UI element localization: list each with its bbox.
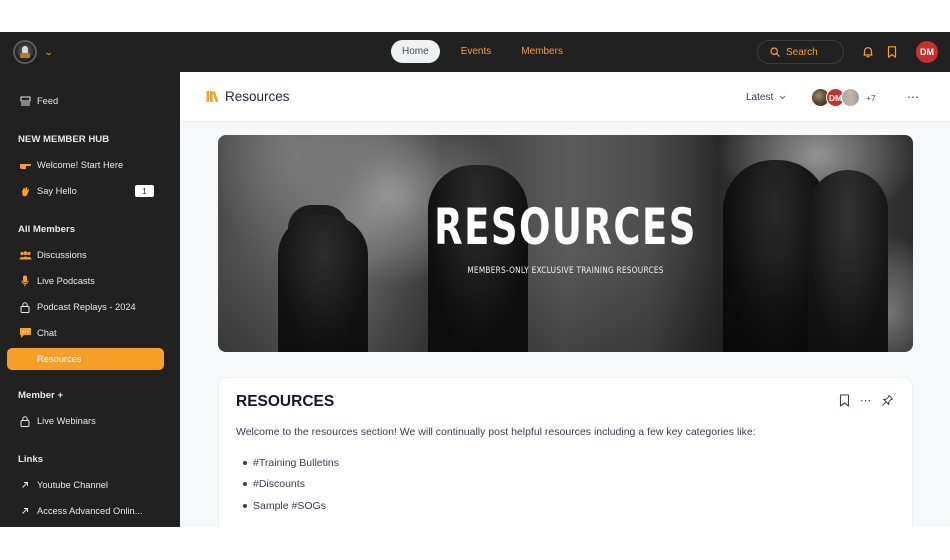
sidebar-item-label: Say Hello [37, 186, 77, 196]
sidebar-item-label: Live Podcasts [37, 276, 95, 286]
space-banner-image: RESOURCES MEMBERS-ONLY EXCLUSIVE TRAININ… [218, 135, 913, 352]
section-heading-links: Links [18, 454, 44, 465]
user-avatar[interactable]: DM [916, 41, 938, 63]
member-avatar [841, 88, 860, 107]
sidebar-item-label: Chat [37, 328, 57, 338]
post-body: Welcome to the resources section! We wil… [236, 426, 756, 438]
sort-label: Latest [746, 92, 774, 103]
main-nav: Home Events Members [391, 40, 582, 63]
lock-icon [18, 414, 32, 428]
chat-bubble-icon [18, 326, 32, 340]
nav-events[interactable]: Events [450, 40, 503, 63]
sidebar-item-youtube-channel[interactable]: Youtube Channel [7, 474, 164, 496]
bookmark-icon[interactable] [839, 394, 850, 407]
top-bar: ⌄ Home Events Members Search DM [0, 32, 950, 72]
books-icon [206, 91, 219, 103]
sidebar-item-label: Podcast Replays - 2024 [37, 302, 136, 312]
feed-icon [18, 94, 32, 108]
list-item: #Discounts [243, 474, 339, 496]
section-heading-all-members: All Members [18, 224, 76, 235]
community-switcher[interactable]: ⌄ [13, 40, 54, 64]
post-more-options-icon[interactable]: ⋯ [860, 394, 871, 407]
sidebar-item-live-podcasts[interactable]: Live Podcasts [7, 270, 164, 292]
banner-title: RESOURCES [434, 198, 697, 256]
sidebar-item-label: Live Webinars [37, 416, 96, 426]
sidebar-item-label: Access Advanced Onlin... [37, 506, 143, 516]
sidebar-item-label: Resources [37, 354, 82, 364]
sidebar-item-say-hello[interactable]: Say Hello 1 [7, 180, 164, 202]
nav-members[interactable]: Members [510, 40, 574, 63]
external-arrow-icon [18, 504, 32, 518]
space-members[interactable]: DM +7 [811, 88, 876, 107]
community-logo [13, 40, 37, 64]
people-icon [18, 248, 32, 262]
bookmark-icon[interactable] [885, 45, 899, 59]
list-item: #Training Bulletins [243, 452, 339, 474]
microphone-icon [18, 274, 32, 288]
unread-count-badge: 1 [135, 185, 154, 197]
external-arrow-icon [18, 478, 32, 492]
post-title[interactable]: RESOURCES [236, 393, 334, 411]
sort-dropdown[interactable]: Latest [746, 92, 786, 103]
section-heading-member-plus: Member + [18, 390, 64, 401]
chevron-down-icon [779, 95, 786, 100]
lock-icon [18, 300, 32, 314]
member-extra-count: +7 [866, 92, 876, 103]
post-card: RESOURCES ⋯ Welcome to the resources sec… [218, 377, 913, 527]
bell-icon[interactable] [861, 45, 875, 59]
sidebar-item-label: Feed [37, 96, 59, 106]
sidebar-item-chat[interactable]: Chat [7, 322, 164, 344]
sidebar-item-feed[interactable]: Feed [7, 90, 164, 112]
post-category-list: #Training Bulletins #Discounts Sample #S… [243, 452, 339, 517]
sidebar-item-access-advanced-online[interactable]: Access Advanced Onlin... [7, 500, 164, 522]
sidebar-item-welcome[interactable]: Welcome! Start Here [7, 154, 164, 176]
sidebar-item-label: Youtube Channel [37, 480, 108, 490]
search-label: Search [786, 46, 818, 58]
space-title-text: Resources [225, 89, 290, 104]
sidebar-item-label: Discussions [37, 250, 87, 260]
pin-icon[interactable] [881, 394, 894, 407]
list-item: Sample #SOGs [243, 495, 339, 517]
sidebar: Feed NEW MEMBER HUB Welcome! Start Here … [0, 72, 180, 527]
waving-hand-icon [18, 184, 32, 198]
pointing-hand-icon [18, 158, 32, 172]
search-icon [770, 47, 780, 57]
space-header: Resources Latest DM +7 ⋯ [180, 72, 950, 122]
space-title: Resources [206, 89, 290, 104]
sidebar-item-podcast-replays[interactable]: Podcast Replays - 2024 [7, 296, 164, 318]
section-heading-new-member-hub: NEW MEMBER HUB [18, 134, 110, 145]
sidebar-item-label: Welcome! Start Here [37, 160, 124, 170]
more-options-icon[interactable]: ⋯ [907, 90, 920, 104]
sidebar-item-discussions[interactable]: Discussions [7, 244, 164, 266]
blank-icon-slot [18, 352, 32, 366]
sidebar-item-live-webinars[interactable]: Live Webinars [7, 410, 164, 432]
sidebar-item-resources[interactable]: Resources [7, 348, 164, 370]
post-actions: ⋯ [839, 394, 894, 407]
app-window: ⌄ Home Events Members Search DM Feed NEW… [0, 32, 950, 527]
nav-home[interactable]: Home [391, 40, 440, 63]
search-button[interactable]: Search [757, 40, 844, 64]
chevron-down-icon: ⌄ [43, 46, 54, 57]
banner-subtitle: MEMBERS-ONLY EXCLUSIVE TRAINING RESOURCE… [467, 266, 664, 276]
